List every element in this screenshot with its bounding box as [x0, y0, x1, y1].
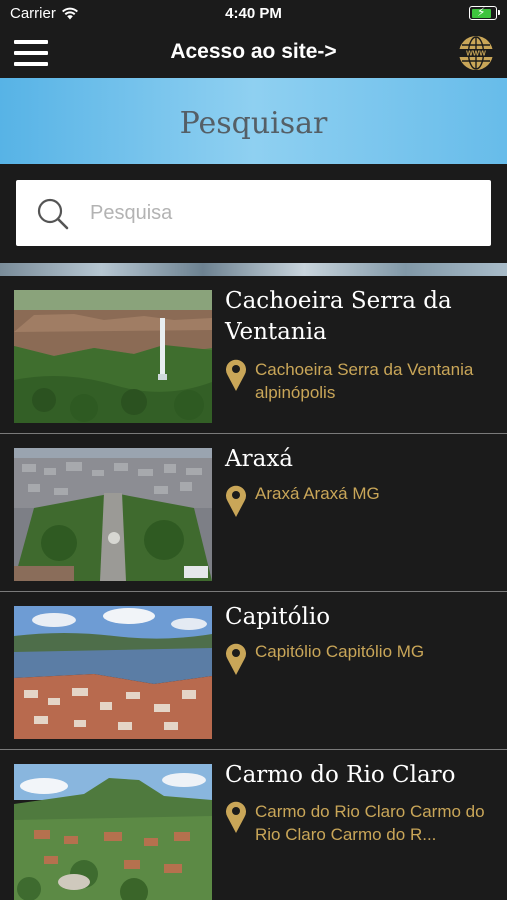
- item-title: Capitólio: [225, 604, 331, 630]
- item-location-text: Capitólio Capitólio MG: [255, 642, 425, 661]
- list-item[interactable]: Carmo do Rio Claro Carmo do Rio Claro Ca…: [0, 750, 507, 900]
- lake-town-thumbnail: [14, 606, 212, 739]
- www-globe-icon[interactable]: WWW: [458, 35, 494, 71]
- list-item[interactable]: Cachoeira Serra da Ventania Cachoeira Se…: [0, 276, 507, 434]
- battery-charging-icon: ⚡: [469, 5, 500, 20]
- clock: 4:40 PM: [225, 5, 282, 22]
- decorative-image-strip: [0, 263, 507, 276]
- search-box[interactable]: [16, 180, 491, 246]
- hill-town-thumbnail: [14, 764, 212, 900]
- location-pin-icon: [226, 359, 246, 391]
- item-location-text: Carmo do Rio Claro Carmo do Rio Claro Ca…: [255, 802, 485, 844]
- page-title: Pesquisar: [179, 106, 328, 141]
- svg-text:WWW: WWW: [466, 51, 486, 58]
- search-header-banner: Pesquisar: [0, 78, 507, 164]
- location-pin-icon: [226, 801, 246, 833]
- list-item[interactable]: Capitólio Capitólio Capitólio MG: [0, 592, 507, 750]
- item-title: Araxá: [225, 446, 294, 472]
- location-pin-icon: [226, 643, 246, 675]
- item-title: Cachoeira Serra da Ventania: [225, 288, 452, 345]
- status-bar: Carrier 4:40 PM ⚡: [0, 0, 507, 28]
- search-input[interactable]: [90, 192, 470, 234]
- places-list: Cachoeira Serra da Ventania Cachoeira Se…: [0, 276, 507, 900]
- city-aerial-thumbnail: [14, 448, 212, 581]
- search-icon: [37, 198, 69, 230]
- waterfall-thumbnail: [14, 290, 212, 423]
- item-location-text: Araxá Araxá MG: [255, 484, 380, 503]
- list-item[interactable]: Araxá Araxá Araxá MG: [0, 434, 507, 592]
- item-title: Carmo do Rio Claro: [225, 762, 456, 788]
- location-pin-icon: [226, 485, 246, 517]
- navigation-bar: Acesso ao site-> WWW: [0, 28, 507, 78]
- item-location-text: Cachoeira Serra da Ventania alpinópolis: [255, 360, 474, 402]
- site-access-link[interactable]: Acesso ao site->: [0, 40, 507, 64]
